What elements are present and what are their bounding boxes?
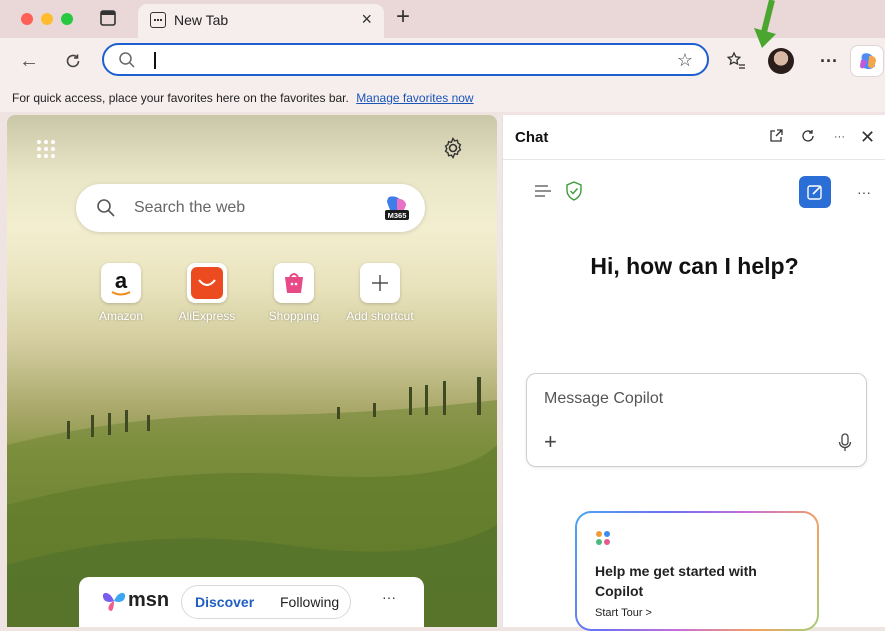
back-button[interactable]: ← (16, 48, 42, 74)
chat-more-icon[interactable]: ··· (857, 184, 871, 200)
new-chat-button[interactable] (799, 176, 831, 208)
composer-placeholder: Message Copilot (544, 390, 664, 407)
msn-butterfly-icon (102, 592, 126, 611)
close-chat-icon[interactable]: ✕ (860, 128, 875, 146)
protected-shield-icon[interactable] (565, 181, 583, 201)
apps-grid-icon[interactable] (36, 139, 56, 159)
attach-plus-icon[interactable]: + (544, 431, 557, 453)
msn-logo-text: msn (128, 589, 170, 611)
shortcut-amazon[interactable]: a Amazon (79, 263, 163, 323)
shortcut-add[interactable]: Add shortcut (338, 263, 422, 323)
plus-icon (360, 263, 400, 303)
text-cursor (154, 52, 156, 69)
msn-feed-bar: msn Discover Following ··· (79, 577, 424, 627)
shortcut-label: Shopping (268, 309, 320, 323)
favorites-bar: For quick access, place your favorites h… (0, 84, 885, 112)
shortcut-label: Amazon (98, 309, 144, 323)
m365-copilot-icon[interactable]: M365 (381, 193, 411, 223)
greeting-heading: Hi, how can I help? (590, 253, 799, 279)
open-in-new-icon[interactable] (769, 129, 783, 147)
shortcut-label: Add shortcut (346, 309, 414, 323)
tab-title: New Tab (174, 12, 229, 28)
chat-history-menu-icon[interactable] (534, 184, 552, 198)
pointer-arrow-icon (754, 0, 776, 48)
new-tab-favicon-icon (150, 12, 166, 28)
microphone-icon[interactable] (838, 433, 852, 453)
tab-actions-icon[interactable] (96, 8, 120, 30)
m365-badge-label: M365 (388, 211, 407, 220)
copilot-icon (860, 53, 876, 70)
shortcut-aliexpress[interactable]: AliExpress (165, 263, 249, 323)
new-chat-icon (807, 185, 822, 200)
refresh-chat-icon[interactable] (801, 129, 815, 147)
chat-title: Chat (515, 129, 549, 146)
amazon-icon: a (101, 263, 141, 303)
tab-new-tab[interactable]: New Tab × (138, 4, 384, 38)
address-bar[interactable]: ☆ (102, 43, 709, 76)
manage-favorites-link[interactable]: Manage favorites now (356, 91, 473, 105)
copilot-chat-pane: Chat ··· ✕ ··· Hi, how can I help? Messa… (502, 115, 885, 631)
favorite-star-icon[interactable]: ☆ (677, 50, 693, 71)
message-composer[interactable]: Message Copilot + (526, 373, 867, 467)
tour-card-title: Help me get started with Copilot (595, 563, 757, 599)
new-tab-page: Search the web M365 a Amazon AliExpress … (7, 115, 497, 627)
msn-more-icon[interactable]: ··· (382, 589, 396, 605)
start-tour-card[interactable]: Help me get started with Copilot Start T… (575, 511, 819, 631)
more-options-icon[interactable]: ··· (820, 48, 838, 74)
profile-avatar[interactable] (768, 48, 794, 74)
new-tab-button[interactable]: + (396, 5, 410, 29)
favorites-bar-message: For quick access, place your favorites h… (12, 91, 349, 105)
shopping-bag-icon (274, 263, 314, 303)
copilot-dots-icon (596, 531, 610, 545)
refresh-button[interactable] (60, 48, 86, 74)
chat-menu-icon[interactable]: ··· (834, 129, 845, 145)
copilot-button[interactable] (850, 45, 884, 77)
msn-tab-switch: Discover Following (181, 585, 351, 619)
tab-discover[interactable]: Discover (195, 594, 254, 610)
aliexpress-icon (187, 263, 227, 303)
search-icon (97, 199, 115, 217)
window-maximize-button[interactable] (61, 13, 73, 25)
window-minimize-button[interactable] (41, 13, 53, 25)
chat-header: Chat ··· ✕ (503, 115, 885, 160)
search-placeholder: Search the web (134, 199, 246, 216)
settings-gear-icon[interactable] (441, 136, 465, 160)
start-tour-link[interactable]: Start Tour > (595, 607, 652, 619)
shortcut-label: AliExpress (178, 309, 236, 323)
search-icon (119, 52, 135, 68)
svg-text:a: a (115, 268, 128, 293)
tab-following[interactable]: Following (280, 594, 339, 610)
web-search-box[interactable]: Search the web M365 (76, 184, 425, 232)
favorites-icon[interactable] (726, 48, 746, 74)
shortcut-shopping[interactable]: Shopping (252, 263, 336, 323)
window-close-button[interactable] (21, 13, 33, 25)
tab-close-icon[interactable]: × (361, 10, 372, 28)
